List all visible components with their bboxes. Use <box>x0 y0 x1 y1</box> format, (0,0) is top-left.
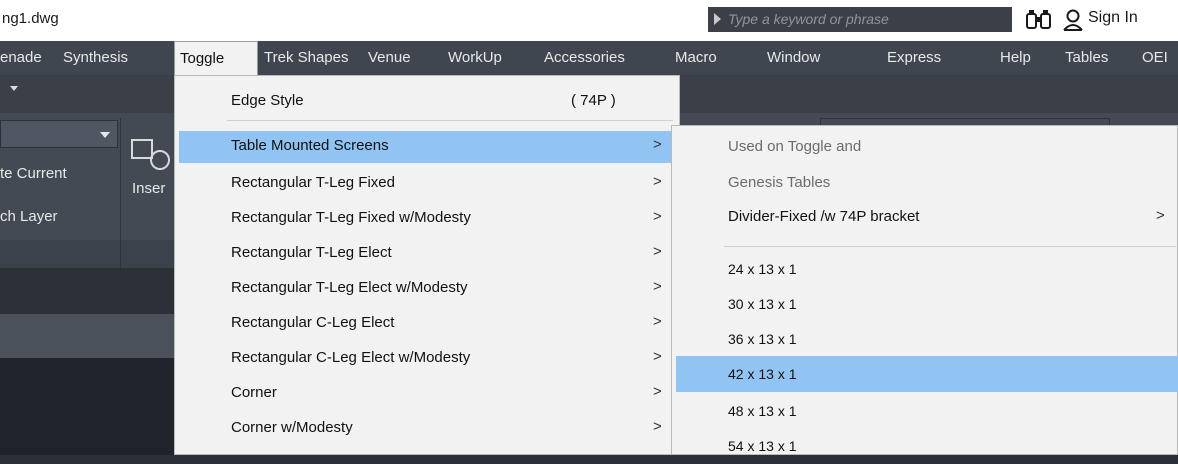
menu-item-label: Rectangular C-Leg Elect w/Modesty <box>231 349 471 366</box>
menu-express[interactable]: Express <box>882 41 946 75</box>
menu-item-label: Rectangular T-Leg Elect w/Modesty <box>231 279 468 296</box>
menu-workup[interactable]: WorkUp <box>443 41 507 75</box>
menu-item-label: Rectangular T-Leg Fixed <box>231 174 395 191</box>
insert-button-label[interactable]: Inser <box>132 180 165 197</box>
menu-item-label: 30 x 13 x 1 <box>728 296 797 312</box>
menu-tables[interactable]: Tables <box>1060 41 1113 75</box>
chevron-right-icon: > <box>653 173 662 190</box>
submenu-item-54x13x1[interactable]: 54 x 13 x 1 <box>676 428 1178 464</box>
menu-item-rect-cleg-elect-modesty[interactable]: Rectangular C-Leg Elect w/Modesty > <box>179 343 675 375</box>
menu-item-label: 24 x 13 x 1 <box>728 261 797 277</box>
chevron-right-icon: > <box>653 383 662 400</box>
menu-item-shortcut: ( 74P ) <box>571 92 616 109</box>
menu-oei[interactable]: OEI <box>1137 41 1173 75</box>
menu-window[interactable]: Window <box>762 41 825 75</box>
submenu-item-36x13x1[interactable]: 36 x 13 x 1 <box>676 321 1178 357</box>
search-placeholder[interactable]: Type a keyword or phrase <box>728 11 889 27</box>
search-arrow-icon[interactable] <box>714 13 721 25</box>
menu-separator <box>227 120 673 121</box>
chevron-right-icon: > <box>653 418 662 435</box>
table-mounted-screens-submenu: Used on Toggle and Genesis Tables Divide… <box>671 125 1178 455</box>
insert-block-icon[interactable] <box>130 132 172 174</box>
chevron-right-icon: > <box>1156 207 1165 224</box>
menu-item-label: Rectangular T-Leg Elect <box>231 244 392 261</box>
menu-item-corner[interactable]: Corner > <box>179 378 675 410</box>
menu-item-corner-modesty[interactable]: Corner w/Modesty > <box>179 413 675 445</box>
layer-dropdown[interactable] <box>0 120 118 148</box>
menu-item-label: 36 x 13 x 1 <box>728 331 797 347</box>
match-layer-button[interactable]: ch Layer <box>0 208 58 225</box>
menu-enade[interactable]: enade <box>0 41 47 75</box>
document-title: ng1.dwg <box>2 10 59 27</box>
menu-separator <box>724 246 1176 247</box>
menu-item-rect-tleg-elect-modesty[interactable]: Rectangular T-Leg Elect w/Modesty > <box>179 273 675 305</box>
menu-item-label: Corner <box>231 384 277 401</box>
submenu-item-24x13x1[interactable]: 24 x 13 x 1 <box>676 251 1178 287</box>
chevron-right-icon: > <box>653 313 662 330</box>
menu-item-label: Table Mounted Screens <box>231 137 389 154</box>
submenu-note-line2: Genesis Tables <box>676 166 1178 202</box>
submenu-item-30x13x1[interactable]: 30 x 13 x 1 <box>676 286 1178 322</box>
menu-item-rect-tleg-elect[interactable]: Rectangular T-Leg Elect > <box>179 238 675 270</box>
submenu-item-divider-fixed[interactable]: Divider-Fixed /w 74P bracket > <box>676 200 1178 236</box>
submenu-note-line1: Used on Toggle and <box>676 130 1178 166</box>
menu-venue[interactable]: Venue <box>363 41 416 75</box>
ribbon-divider <box>120 118 121 268</box>
menu-item-rect-tleg-fixed-modesty[interactable]: Rectangular T-Leg Fixed w/Modesty > <box>179 203 675 235</box>
chevron-right-icon: > <box>653 278 662 295</box>
menu-toggle[interactable]: Toggle <box>174 41 258 75</box>
menu-item-label: Divider-Fixed /w 74P bracket <box>728 208 920 225</box>
menu-item-label: Used on Toggle and <box>728 138 862 155</box>
search-box[interactable]: Type a keyword or phrase <box>708 7 1012 32</box>
menu-item-label: Corner w/Modesty <box>231 419 353 436</box>
menu-help[interactable]: Help <box>995 41 1036 75</box>
user-icon[interactable] <box>1062 8 1084 32</box>
menu-item-label: Rectangular T-Leg Fixed w/Modesty <box>231 209 471 226</box>
dropdown-caret-icon[interactable] <box>100 132 110 138</box>
chevron-right-icon: > <box>653 348 662 365</box>
menu-synthesis[interactable]: Synthesis <box>58 41 133 75</box>
submenu-item-48x13x1[interactable]: 48 x 13 x 1 <box>676 393 1178 429</box>
chevron-right-icon: > <box>653 136 662 153</box>
menu-item-label: Rectangular C-Leg Elect <box>231 314 395 331</box>
chevron-right-icon: > <box>653 243 662 260</box>
menu-macro[interactable]: Macro <box>670 41 722 75</box>
submenu-item-42x13x1[interactable]: 42 x 13 x 1 <box>676 356 1178 392</box>
binoculars-icon[interactable] <box>1024 8 1054 32</box>
dropdown-caret-icon[interactable] <box>10 86 18 91</box>
menu-item-label: 48 x 13 x 1 <box>728 403 797 419</box>
menu-item-label: Edge Style <box>231 92 304 109</box>
toggle-menu: Edge Style ( 74P ) Table Mounted Screens… <box>174 75 680 455</box>
menu-item-label: 42 x 13 x 1 <box>728 366 797 382</box>
menu-item-label: 54 x 13 x 1 <box>728 438 797 454</box>
menu-item-rect-cleg-elect[interactable]: Rectangular C-Leg Elect > <box>179 308 675 340</box>
sign-in-link[interactable]: Sign In <box>1088 9 1138 27</box>
menu-item-rect-tleg-fixed[interactable]: Rectangular T-Leg Fixed > <box>179 168 675 200</box>
menu-item-table-mounted-screens[interactable]: Table Mounted Screens > <box>179 131 675 163</box>
chevron-right-icon: > <box>653 208 662 225</box>
menu-item-label: Genesis Tables <box>728 174 831 191</box>
title-bar: ng1.dwg Type a keyword or phrase Sign In <box>0 0 1178 41</box>
menu-accessories[interactable]: Accessories <box>539 41 630 75</box>
menu-trek-shapes[interactable]: Trek Shapes <box>259 41 354 75</box>
make-current-button[interactable]: te Current <box>0 165 67 182</box>
menu-bar: enade Synthesis Toggle Trek Shapes Venue… <box>0 41 1178 75</box>
menu-item-edge-style[interactable]: Edge Style ( 74P ) <box>179 86 675 118</box>
